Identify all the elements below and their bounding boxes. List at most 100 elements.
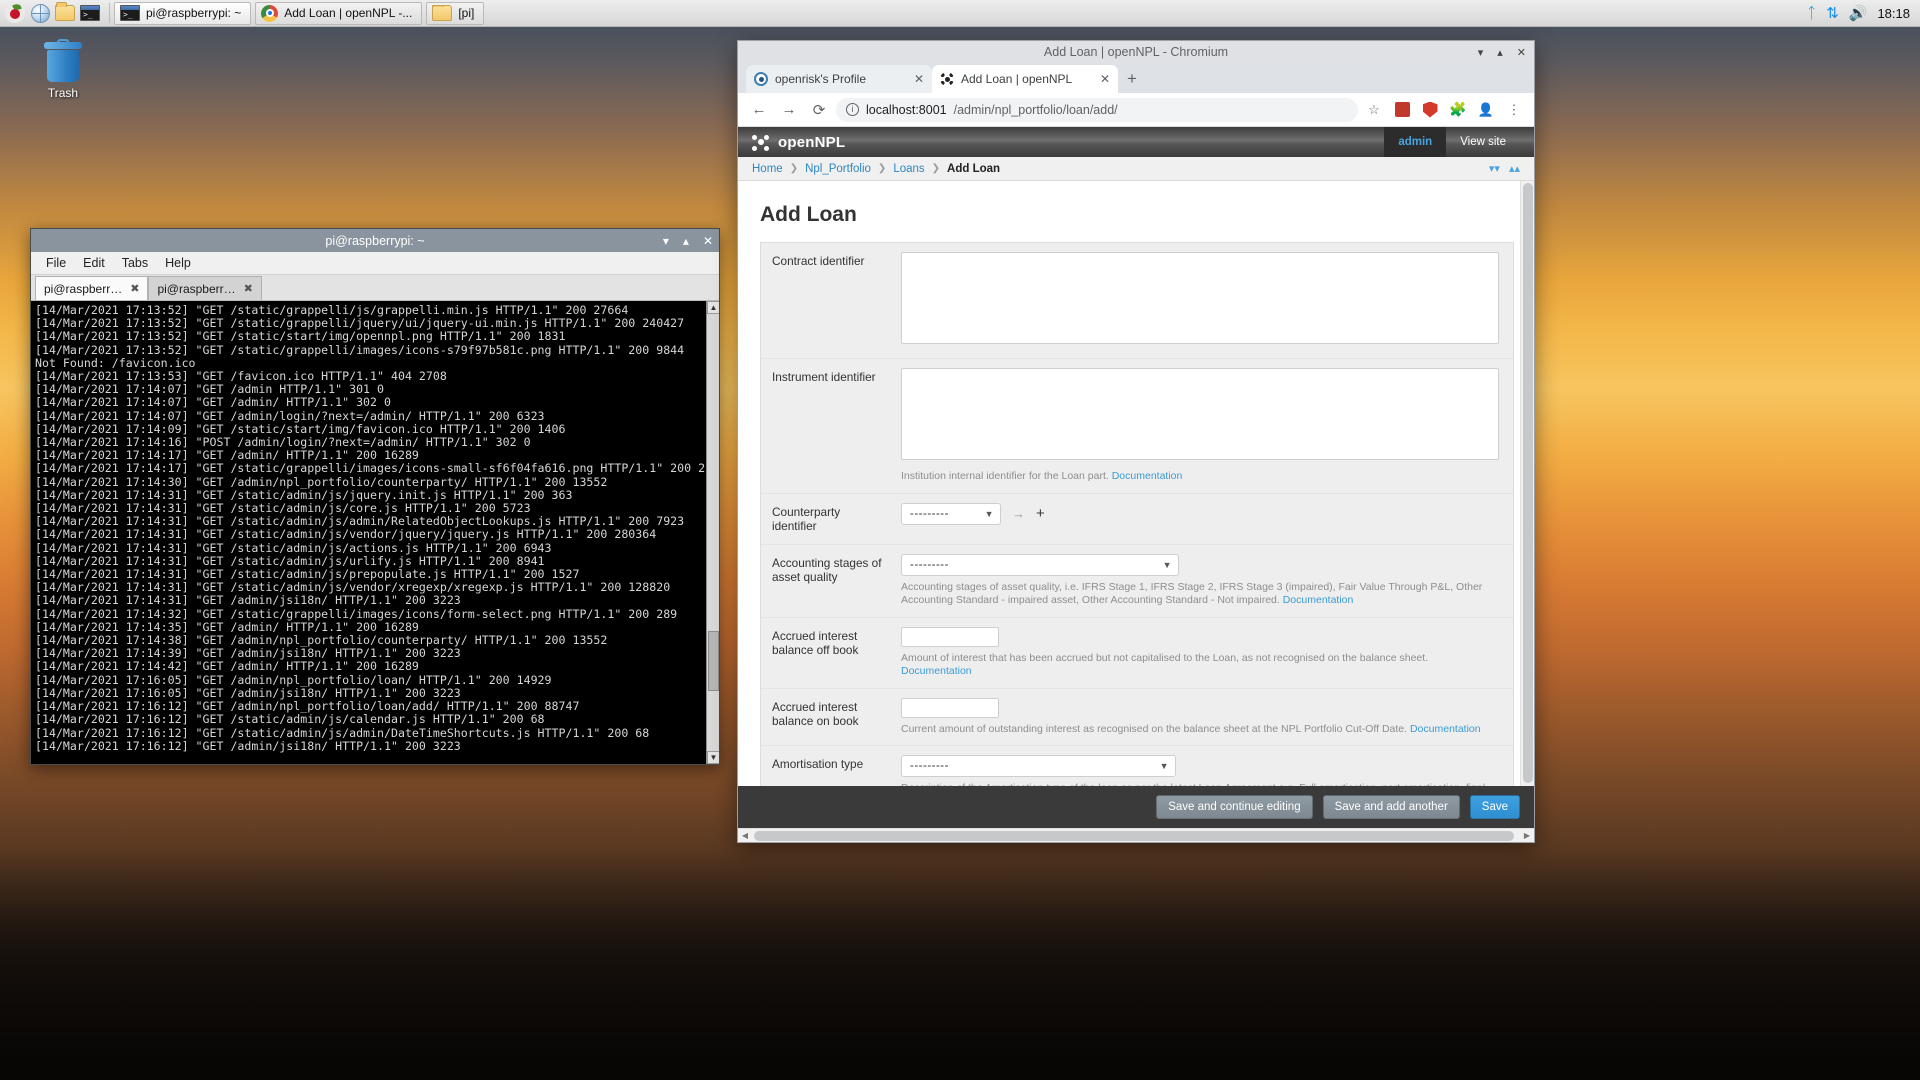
terminal-tab-1-label: pi@raspberr…: [44, 281, 123, 296]
amortisation-type-select[interactable]: --------- ▼: [901, 755, 1176, 777]
menu-help[interactable]: Help: [158, 254, 198, 272]
profile-favicon: [754, 72, 768, 86]
contract-identifier-input[interactable]: [901, 252, 1499, 344]
extensions-puzzle-icon[interactable]: 🧩: [1446, 98, 1470, 122]
scroll-down-icon[interactable]: ▼: [707, 751, 719, 764]
accrued-off-book-input[interactable]: [901, 626, 999, 647]
horizontal-scrollbar[interactable]: ◀ ▶: [738, 828, 1534, 842]
documentation-link[interactable]: Documentation: [901, 665, 972, 677]
browser-tab-add-loan[interactable]: Add Loan | openNPL ✕: [932, 65, 1118, 93]
accounting-stages-select[interactable]: --------- ▼: [901, 553, 1179, 576]
scroll-left-icon[interactable]: ◀: [738, 831, 752, 840]
terminal-window[interactable]: pi@raspberrypi: ~ ▾ ▴ ✕ File Edit Tabs H…: [30, 228, 720, 765]
browser-toolbar: ← → ⟳ i localhost:8001/admin/npl_portfol…: [738, 93, 1534, 127]
scroll-up-icon[interactable]: ▲: [707, 301, 719, 314]
app-logo[interactable]: openNPL: [752, 134, 845, 151]
opennpl-logo-icon: [752, 134, 769, 151]
browser-tab-openrisk-profile[interactable]: openrisk's Profile ✕: [746, 65, 932, 93]
browser-icon[interactable]: [29, 2, 51, 24]
trash-icon: [43, 39, 83, 82]
extension-shield-icon[interactable]: [1418, 98, 1442, 122]
page-title: Add Loan: [760, 203, 857, 226]
menu-tabs[interactable]: Tabs: [115, 254, 155, 272]
related-lookup-icon[interactable]: →: [1012, 506, 1025, 521]
browser-maximize-icon[interactable]: ▴: [1497, 46, 1503, 59]
info-circle-icon[interactable]: i: [846, 103, 859, 116]
breadcrumb-home[interactable]: Home: [752, 163, 783, 175]
task-terminal[interactable]: >_ pi@raspberrypi: ~: [114, 1, 252, 25]
profile-avatar-icon[interactable]: 👤: [1474, 98, 1498, 122]
menu-edit[interactable]: Edit: [76, 254, 112, 272]
taskbar-clock[interactable]: 18:18: [1877, 6, 1910, 21]
save-button[interactable]: Save: [1469, 795, 1520, 819]
file-manager-icon[interactable]: [54, 2, 76, 24]
raspberry-menu-icon[interactable]: [4, 2, 26, 24]
browser-close-icon[interactable]: ✕: [1517, 46, 1526, 59]
save-and-continue-button[interactable]: Save and continue editing: [1156, 795, 1313, 819]
save-and-add-another-button[interactable]: Save and add another: [1322, 795, 1460, 819]
terminal-icon[interactable]: >_: [79, 2, 101, 24]
field-row-counterparty-identifier: Counterparty identifier --------- ▼ → +: [761, 493, 1513, 545]
close-icon[interactable]: ✕: [1100, 72, 1110, 86]
browser-window-buttons: ▾ ▴ ✕: [1478, 41, 1526, 63]
task-chromium[interactable]: Add Loan | openNPL -...: [255, 1, 423, 25]
terminal-tab-1[interactable]: pi@raspberr… ✖: [35, 276, 149, 300]
expand-all-icon[interactable]: ▴▴: [1509, 162, 1520, 175]
terminal-body[interactable]: [14/Mar/2021 17:13:52] "GET /static/grap…: [31, 301, 719, 764]
terminal-scrollbar[interactable]: ▲ ▼: [706, 301, 719, 764]
breadcrumb-npl-portfolio[interactable]: Npl_Portfolio: [805, 163, 871, 175]
scroll-right-icon[interactable]: ▶: [1520, 831, 1534, 840]
terminal-close-icon[interactable]: ✕: [703, 235, 713, 247]
page-scrollbar-thumb[interactable]: [1523, 183, 1533, 783]
instrument-identifier-input[interactable]: [901, 368, 1499, 460]
view-site-link[interactable]: View site: [1446, 127, 1520, 157]
help-instrument-identifier: Institution internal identifier for the …: [901, 470, 1499, 484]
add-related-icon[interactable]: +: [1036, 505, 1045, 522]
scrollbar-thumb[interactable]: [708, 631, 719, 691]
terminal-tabstrip: pi@raspberr… ✖ pi@raspberr… ✖: [31, 275, 719, 301]
extension-red-icon[interactable]: [1390, 98, 1414, 122]
horizontal-scrollbar-thumb[interactable]: [754, 830, 1514, 841]
help-accounting-stages: Accounting stages of asset quality, i.e.…: [901, 581, 1499, 608]
task-chromium-label: Add Loan | openNPL -...: [284, 6, 413, 20]
new-tab-button[interactable]: +: [1118, 65, 1146, 93]
opennpl-favicon: [940, 72, 954, 86]
terminal-minimize-icon[interactable]: ▾: [663, 235, 669, 247]
close-icon[interactable]: ✖: [130, 282, 139, 295]
documentation-link[interactable]: Documentation: [1283, 594, 1354, 606]
task-filemanager[interactable]: [pi]: [426, 1, 485, 25]
browser-minimize-icon[interactable]: ▾: [1478, 46, 1484, 59]
page-scrollbar[interactable]: [1520, 181, 1534, 828]
counterparty-identifier-select[interactable]: --------- ▼: [901, 502, 1001, 525]
bluetooth-icon[interactable]: ᛏ: [1807, 5, 1816, 22]
documentation-link[interactable]: Documentation: [1410, 723, 1481, 735]
close-icon[interactable]: ✕: [914, 72, 924, 86]
menu-file[interactable]: File: [39, 254, 73, 272]
app-brand-label: openNPL: [778, 133, 846, 151]
breadcrumb-loans[interactable]: Loans: [893, 163, 924, 175]
browser-window[interactable]: Add Loan | openNPL - Chromium ▾ ▴ ✕ open…: [737, 40, 1535, 843]
chromium-icon: [261, 4, 279, 22]
back-arrow-icon[interactable]: ←: [746, 97, 772, 123]
help-text: Accounting stages of asset quality, i.e.…: [901, 580, 1483, 607]
control-accounting-stages: --------- ▼ Accounting stages of asset q…: [896, 544, 1513, 617]
forward-arrow-icon[interactable]: →: [776, 97, 802, 123]
accrued-on-book-input[interactable]: [901, 697, 999, 718]
breadcrumb-tools: ▾▾ ▴▴: [1489, 162, 1520, 175]
close-icon[interactable]: ✖: [244, 282, 253, 295]
user-link[interactable]: admin: [1384, 127, 1447, 157]
page-viewport: openNPL admin View site Home ❯ Npl_Portf…: [738, 127, 1534, 842]
reload-icon[interactable]: ⟳: [806, 97, 832, 123]
network-icon[interactable]: ⇅: [1826, 4, 1839, 22]
collapse-all-icon[interactable]: ▾▾: [1489, 162, 1500, 175]
help-accrued-off-book: Amount of interest that has been accrued…: [901, 652, 1499, 679]
terminal-title: pi@raspberrypi: ~: [325, 233, 425, 248]
desktop-icon-trash[interactable]: Trash: [28, 39, 98, 100]
terminal-maximize-icon[interactable]: ▴: [683, 235, 689, 247]
volume-icon[interactable]: 🔊: [1849, 4, 1868, 22]
address-bar[interactable]: i localhost:8001/admin/npl_portfolio/loa…: [836, 97, 1358, 122]
bookmark-star-icon[interactable]: ☆: [1362, 98, 1386, 122]
terminal-tab-2[interactable]: pi@raspberr… ✖: [148, 276, 262, 300]
documentation-link[interactable]: Documentation: [1112, 470, 1183, 482]
chrome-menu-icon[interactable]: ⋮: [1502, 98, 1526, 122]
